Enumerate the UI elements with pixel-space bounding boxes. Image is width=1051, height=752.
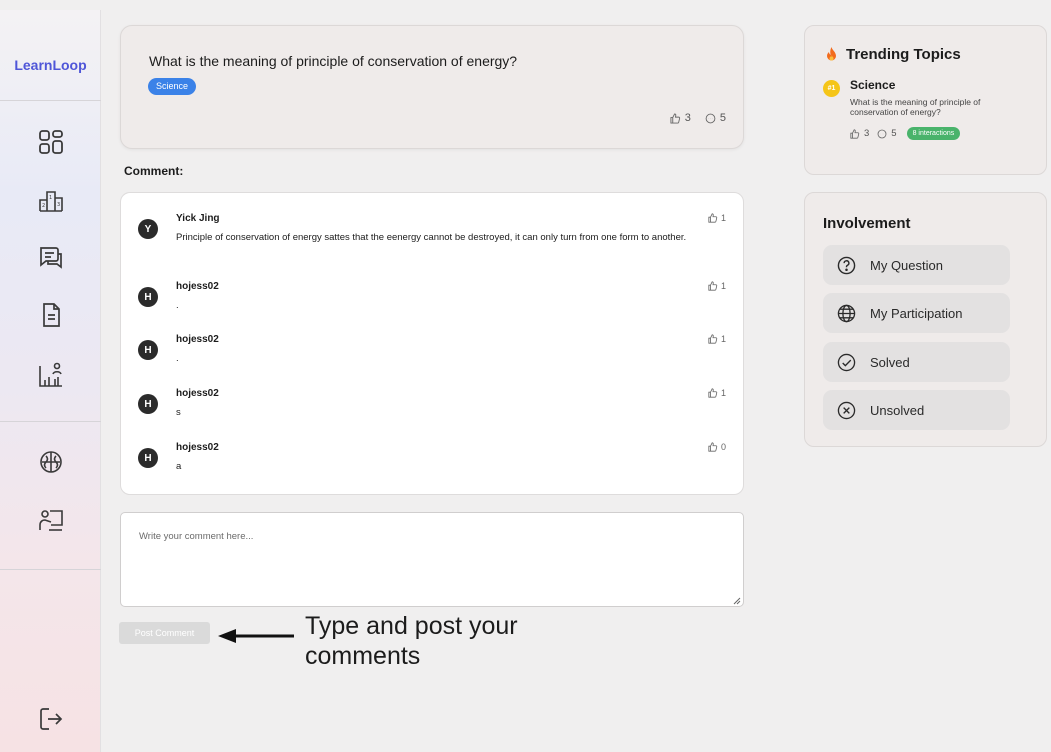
- question-card: What is the meaning of principle of cons…: [120, 25, 744, 149]
- comments-count: 5: [891, 128, 897, 139]
- check-circle-icon: [837, 353, 856, 371]
- avatar: H: [138, 394, 158, 414]
- comment-like-button[interactable]: 0: [708, 442, 726, 452]
- thumbs-up-icon: [850, 128, 860, 139]
- likes-count: 3: [864, 128, 870, 139]
- sidebar-divider: [0, 569, 101, 570]
- comment-like-button[interactable]: 1: [708, 388, 726, 398]
- rank-badge: #1: [823, 80, 840, 97]
- comments-count: 5: [719, 112, 726, 124]
- forum-icon[interactable]: [36, 243, 66, 273]
- comment-like-button[interactable]: 1: [708, 213, 726, 223]
- comment-user: hojess02: [176, 334, 219, 345]
- comment-like-count: 1: [720, 334, 726, 344]
- trending-title: Trending Topics: [846, 46, 961, 63]
- comment-like-button[interactable]: 1: [708, 281, 726, 291]
- app-logo[interactable]: LearnLoop: [0, 57, 101, 73]
- svg-text:2: 2: [42, 203, 45, 209]
- comment-like-count: 1: [720, 281, 726, 291]
- comment-icon: [705, 113, 716, 123]
- comment-text: a: [176, 461, 182, 472]
- comment-like-count: 0: [720, 442, 726, 452]
- comments-list: Y Yick Jing Principle of conservation of…: [120, 192, 744, 495]
- comment-text: s: [176, 407, 181, 418]
- thumbs-up-icon: [708, 442, 718, 452]
- x-circle-icon: [837, 401, 856, 419]
- globe-icon: [837, 304, 856, 322]
- trending-likes: 3: [850, 128, 869, 139]
- trending-stats: 3 5 8 interactions: [850, 127, 961, 140]
- comment-user: hojess02: [176, 281, 219, 292]
- comment-user: hojess02: [176, 388, 219, 399]
- svg-text:3: 3: [57, 202, 60, 208]
- thumbs-up-icon: [670, 112, 680, 124]
- sidebar: LearnLoop 12 3: [0, 10, 101, 752]
- arrow-left-icon: [218, 629, 294, 643]
- comment-input[interactable]: [120, 512, 744, 607]
- trending-comments: 5: [877, 128, 897, 139]
- involvement-title: Involvement: [823, 215, 911, 232]
- comment-like-count: 1: [720, 213, 726, 223]
- solved-button[interactable]: Solved: [823, 342, 1010, 382]
- unsolved-label: Unsolved: [870, 402, 925, 418]
- fire-icon: [827, 47, 836, 61]
- comment-like-button[interactable]: 1: [708, 334, 726, 344]
- logout-icon[interactable]: [36, 704, 66, 734]
- brain-icon[interactable]: [36, 447, 66, 477]
- likes-count: 3: [684, 112, 691, 124]
- interactions-badge: 8 interactions: [906, 127, 961, 140]
- my-participation-label: My Participation: [870, 305, 963, 321]
- question-likes[interactable]: 3: [670, 112, 691, 124]
- resize-handle-icon[interactable]: [732, 596, 741, 605]
- thumbs-up-icon: [708, 334, 718, 344]
- analytics-icon[interactable]: [36, 360, 66, 390]
- comment-icon: [877, 129, 887, 138]
- leaderboard-icon[interactable]: 12 3: [36, 185, 66, 215]
- unsolved-button[interactable]: Unsolved: [823, 390, 1010, 430]
- my-question-button[interactable]: My Question: [823, 245, 1010, 285]
- involvement-card: Involvement My Question My Participation…: [804, 192, 1047, 447]
- my-question-label: My Question: [870, 257, 943, 273]
- question-tag[interactable]: Science: [148, 78, 197, 95]
- svg-text:1: 1: [49, 195, 52, 201]
- avatar: H: [138, 448, 158, 468]
- thumbs-up-icon: [708, 281, 718, 291]
- post-comment-button[interactable]: Post Comment: [119, 622, 210, 644]
- comment-user: Yick Jing: [176, 213, 220, 224]
- avatar: H: [138, 287, 158, 307]
- solved-label: Solved: [870, 354, 910, 370]
- question-stats: 3 5: [670, 112, 726, 124]
- trending-question[interactable]: What is the meaning of principle of cons…: [850, 97, 1030, 117]
- comment-like-count: 1: [720, 388, 726, 398]
- question-circle-icon: [837, 256, 856, 274]
- dashboard-icon[interactable]: [36, 127, 66, 157]
- question-title: What is the meaning of principle of cons…: [149, 53, 518, 69]
- sidebar-divider: [0, 100, 101, 101]
- comment-text: .: [176, 300, 179, 311]
- trending-category[interactable]: Science: [850, 78, 895, 92]
- annotation-text: Type and post your comments: [305, 612, 518, 670]
- document-icon[interactable]: [36, 300, 66, 330]
- trending-topics-card: Trending Topics #1 Science What is the m…: [804, 25, 1047, 175]
- comment-text: Principle of conservation of energy satt…: [176, 232, 687, 243]
- my-participation-button[interactable]: My Participation: [823, 293, 1010, 333]
- thumbs-up-icon: [708, 388, 718, 398]
- classroom-icon[interactable]: [36, 505, 66, 535]
- question-comments[interactable]: 5: [705, 112, 726, 124]
- avatar: H: [138, 340, 158, 360]
- sidebar-divider: [0, 421, 101, 422]
- comments-label: Comment:: [124, 164, 184, 178]
- comment-text: .: [176, 353, 179, 364]
- comment-user: hojess02: [176, 442, 219, 453]
- thumbs-up-icon: [708, 213, 718, 223]
- trending-header: Trending Topics: [825, 46, 961, 63]
- avatar: Y: [138, 219, 158, 239]
